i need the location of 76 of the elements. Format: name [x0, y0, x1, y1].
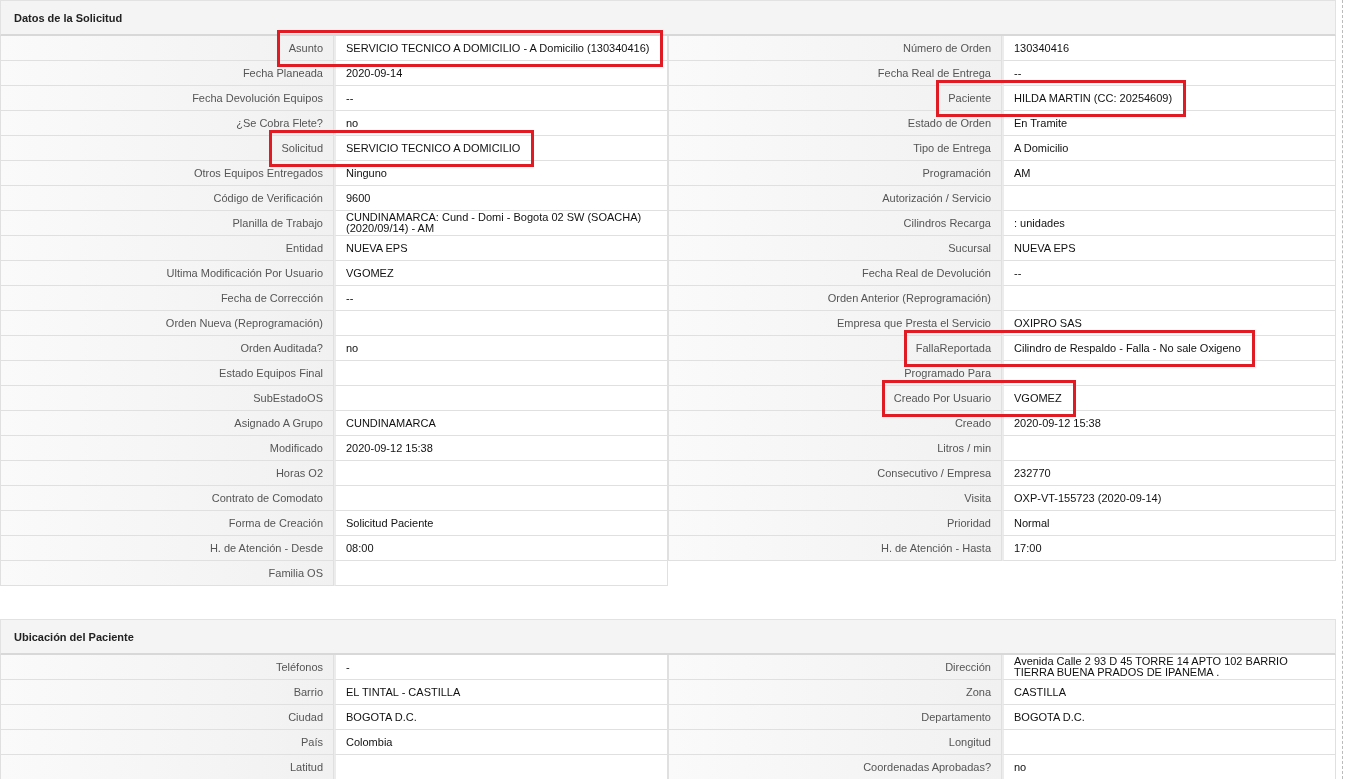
field-label: SubEstadoOS [0, 386, 334, 411]
field-value: BOGOTA D.C. [1002, 705, 1336, 730]
field-label: Teléfonos [0, 655, 334, 680]
field-label: Código de Verificación [0, 186, 334, 211]
field-label: H. de Atención - Hasta [668, 536, 1002, 561]
field-value: AM [1002, 161, 1336, 186]
field-label: Fecha Real de Entrega [668, 61, 1002, 86]
field-value: OXIPRO SAS [1002, 311, 1336, 336]
field-value: CASTILLA [1002, 680, 1336, 705]
field-value: A Domicilio [1002, 136, 1336, 161]
field-label: Entidad [0, 236, 334, 261]
field-value: En Tramite [1002, 111, 1336, 136]
field-value: -- [1002, 61, 1336, 86]
field-value: -- [1002, 261, 1336, 286]
field-value: NUEVA EPS [1002, 236, 1336, 261]
field-label: Orden Auditada? [0, 336, 334, 361]
field-label: Ciudad [0, 705, 334, 730]
field-value: Normal [1002, 511, 1336, 536]
field-label: Cilindros Recarga [668, 211, 1002, 236]
field-label: Ultima Modificación Por Usuario [0, 261, 334, 286]
field-value: Avenida Calle 2 93 D 45 TORRE 14 APTO 102 BARRIO TIERRA BUENA PRADOS DE IPANEMA . [1002, 655, 1336, 680]
field-label: Asignado A Grupo [0, 411, 334, 436]
field-label: Contrato de Comodato [0, 486, 334, 511]
field-label: Longitud [668, 730, 1002, 755]
field-value: HILDA MARTIN (CC: 20254609) [1002, 86, 1336, 111]
field-label: Otros Equipos Entregados [0, 161, 334, 186]
field-label: Asunto [0, 36, 334, 61]
field-value: no [1002, 755, 1336, 779]
field-label: Creado Por Usuario [668, 386, 1002, 411]
field-value: OXP-VT-155723 (2020-09-14) [1002, 486, 1336, 511]
field-label: Coordenadas Aprobadas? [668, 755, 1002, 779]
field-label: ¿Se Cobra Flete? [0, 111, 334, 136]
field-label: País [0, 730, 334, 755]
field-value: 17:00 [1002, 536, 1336, 561]
field-label: Sucursal [668, 236, 1002, 261]
field-label: Paciente [668, 86, 1002, 111]
field-value: Cilindro de Respaldo - Falla - No sale Oxigeno [1002, 336, 1336, 361]
field-label: Consecutivo / Empresa [668, 461, 1002, 486]
field-label: Prioridad [668, 511, 1002, 536]
field-label: FallaReportada [668, 336, 1002, 361]
field-label: Zona [668, 680, 1002, 705]
field-value: 232770 [1002, 461, 1336, 486]
field-label: Fecha Planeada [0, 61, 334, 86]
field-label: Forma de Creación [0, 511, 334, 536]
field-label: Planilla de Trabajo [0, 211, 334, 236]
field-value: : unidades [1002, 211, 1336, 236]
field-label: Fecha Real de Devolución [668, 261, 1002, 286]
field-label: Tipo de Entrega [668, 136, 1002, 161]
field-label: Fecha de Corrección [0, 286, 334, 311]
field-label: Fecha Devolución Equipos [0, 86, 334, 111]
field-label: H. de Atención - Desde [0, 536, 334, 561]
field-label: Latitud [0, 755, 334, 779]
field-label: Solicitud [0, 136, 334, 161]
field-label: Empresa que Presta el Servicio [668, 311, 1002, 336]
field-label: Familia OS [0, 561, 334, 586]
field-label: Orden Anterior (Reprogramación) [668, 286, 1002, 311]
field-label: Horas O2 [0, 461, 334, 486]
field-label: Litros / min [668, 436, 1002, 461]
field-label: Orden Nueva (Reprogramación) [0, 311, 334, 336]
field-label: Creado [668, 411, 1002, 436]
section-header: Datos de la Solicitud [0, 0, 1336, 36]
field-label: Departamento [668, 705, 1002, 730]
field-label: Número de Orden [668, 36, 1002, 61]
field-label: Estado Equipos Final [0, 361, 334, 386]
field-label: Dirección [668, 655, 1002, 680]
field-label: Estado de Orden [668, 111, 1002, 136]
field-value: VGOMEZ [1002, 386, 1336, 411]
section-header: Ubicación del Paciente [0, 619, 1336, 655]
field-value: 2020-09-12 15:38 [1002, 411, 1336, 436]
field-label: Barrio [0, 680, 334, 705]
field-label: Visita [668, 486, 1002, 511]
field-label: Autorización / Servicio [668, 186, 1002, 211]
field-label: Programado Para [668, 361, 1002, 386]
field-label: Programación [668, 161, 1002, 186]
field-value: 130340416 [1002, 36, 1336, 61]
field-label: Modificado [0, 436, 334, 461]
